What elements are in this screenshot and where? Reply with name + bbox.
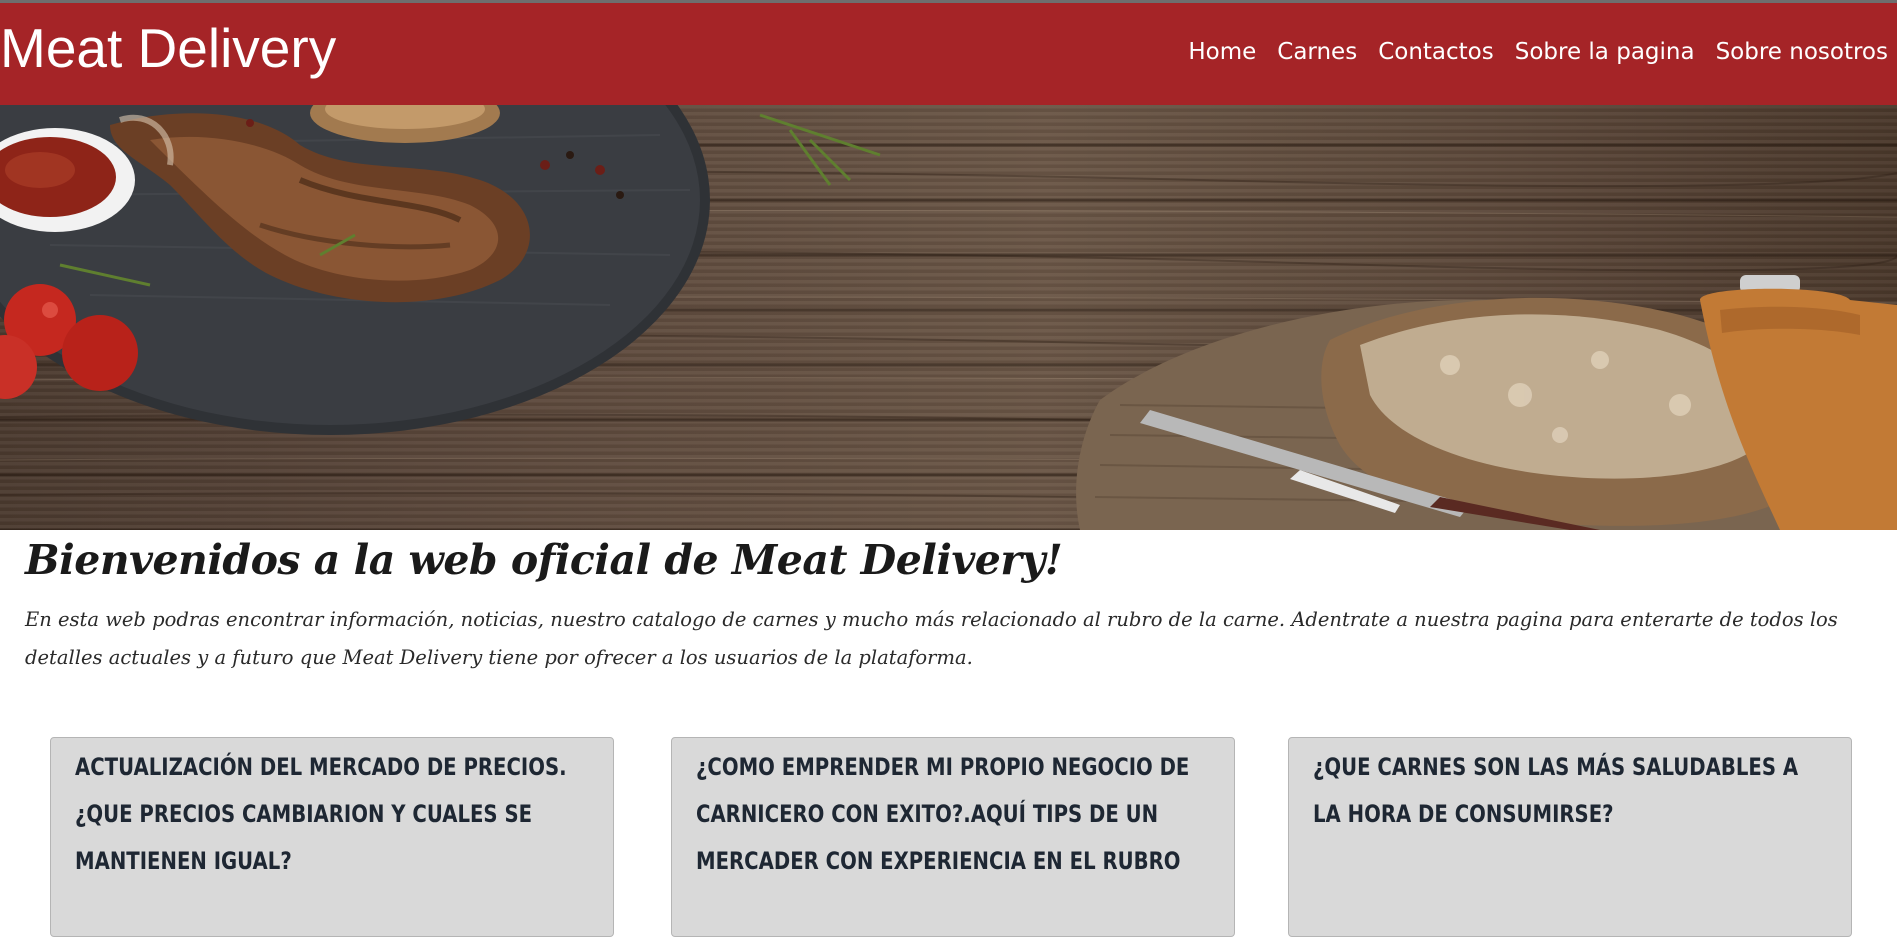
meat-board-hero-image xyxy=(0,105,1897,530)
news-card[interactable]: ¿Que carnes son las más saludables a la … xyxy=(1288,737,1852,937)
hero-banner xyxy=(0,105,1897,530)
news-card-title[interactable]: Actualización del mercado de precios.¿Qu… xyxy=(75,744,589,885)
navbar: Meat Delivery Home Carnes Contactos Sobr… xyxy=(0,3,1897,105)
nav-link-sobre-nosotros[interactable]: Sobre nosotros xyxy=(1716,39,1888,67)
nav-link-contactos[interactable]: Contactos xyxy=(1378,39,1494,67)
main-nav: Home Carnes Contactos Sobre la pagina So… xyxy=(1188,39,1888,67)
intro-paragraph: En esta web podras encontrar información… xyxy=(25,608,1838,669)
news-card-title[interactable]: ¿Como emprender mi propio negocio de car… xyxy=(696,744,1210,885)
news-card[interactable]: ¿Como emprender mi propio negocio de car… xyxy=(671,737,1235,937)
news-card-title[interactable]: ¿Que carnes son las más saludables a la … xyxy=(1313,744,1827,838)
brand-logo-text[interactable]: Meat Delivery xyxy=(0,21,336,76)
news-card[interactable]: Actualización del mercado de precios.¿Qu… xyxy=(50,737,614,937)
nav-link-sobre-la-pagina[interactable]: Sobre la pagina xyxy=(1515,39,1695,67)
welcome-title: Bienvenidos a la web oficial de Meat Del… xyxy=(25,536,1063,584)
nav-link-carnes[interactable]: Carnes xyxy=(1277,39,1357,67)
nav-link-home[interactable]: Home xyxy=(1188,39,1256,67)
